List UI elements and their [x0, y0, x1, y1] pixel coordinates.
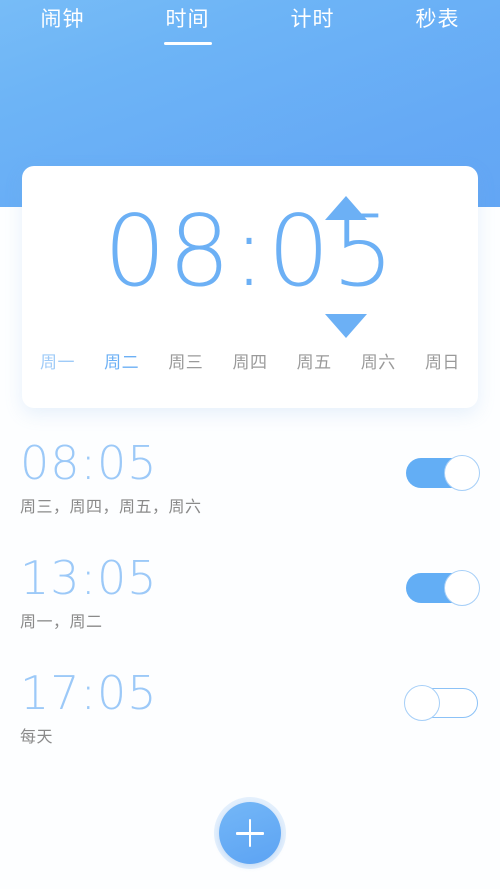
alarm-time: 13:05	[20, 551, 158, 605]
stepper-up-icon[interactable]	[325, 196, 367, 220]
alarm-toggle-knob	[444, 455, 480, 491]
tab-time-label: 时间	[165, 8, 210, 31]
stepper-down-icon[interactable]	[325, 314, 367, 338]
alarm-list-item[interactable]: 08:05 周三，周四，周五，周六	[0, 425, 500, 540]
alarm-toggle-knob	[444, 570, 480, 606]
tab-alarm-label: 闹钟	[40, 8, 85, 31]
weekday-selector: 周一 周二 周三 周四 周五 周六 周日	[40, 352, 460, 374]
plus-icon	[219, 802, 281, 864]
weekday-wed[interactable]: 周三	[168, 352, 203, 374]
alarm-days: 周一，周二	[20, 614, 103, 631]
alarm-list: 08:05 周三，周四，周五，周六 13:05 周一，周二 17:05 每天	[0, 425, 500, 770]
tab-timer[interactable]: 计时	[250, 0, 375, 52]
weekday-sat[interactable]: 周六	[361, 352, 396, 374]
time-picker-row: 08:05	[22, 166, 478, 351]
weekday-tue[interactable]: 周二	[104, 352, 139, 374]
tab-time[interactable]: 时间	[125, 0, 250, 52]
alarm-toggle[interactable]	[406, 455, 480, 491]
alarm-toggle[interactable]	[404, 685, 478, 721]
alarm-days: 周三，周四，周五，周六	[20, 499, 202, 516]
alarm-app-screen: 闹钟 时间 计时 秒表 08:05 周一 周二 周三 周四 周五 周六 周日 0…	[0, 0, 500, 889]
tab-alarm[interactable]: 闹钟	[0, 0, 125, 52]
weekday-thu[interactable]: 周四	[232, 352, 267, 374]
plus-icon-vertical-bar	[248, 819, 252, 847]
picker-time-display[interactable]: 08:05	[22, 200, 478, 304]
weekday-mon[interactable]: 周一	[40, 352, 75, 374]
alarm-list-item[interactable]: 13:05 周一，周二	[0, 540, 500, 655]
tab-timer-label: 计时	[290, 8, 335, 31]
tab-time-underline	[163, 42, 212, 45]
add-alarm-button[interactable]	[214, 797, 286, 869]
tab-bar: 闹钟 时间 计时 秒表	[0, 0, 500, 52]
alarm-time: 08:05	[20, 436, 158, 490]
tab-stopwatch-label: 秒表	[415, 8, 460, 31]
weekday-sun[interactable]: 周日	[425, 352, 460, 374]
tab-stopwatch[interactable]: 秒表	[375, 0, 500, 52]
alarm-list-item[interactable]: 17:05 每天	[0, 655, 500, 770]
alarm-days: 每天	[20, 729, 54, 746]
alarm-toggle-knob	[404, 685, 440, 721]
alarm-toggle[interactable]	[406, 570, 480, 606]
weekday-fri[interactable]: 周五	[297, 352, 332, 374]
alarm-time: 17:05	[20, 666, 158, 720]
